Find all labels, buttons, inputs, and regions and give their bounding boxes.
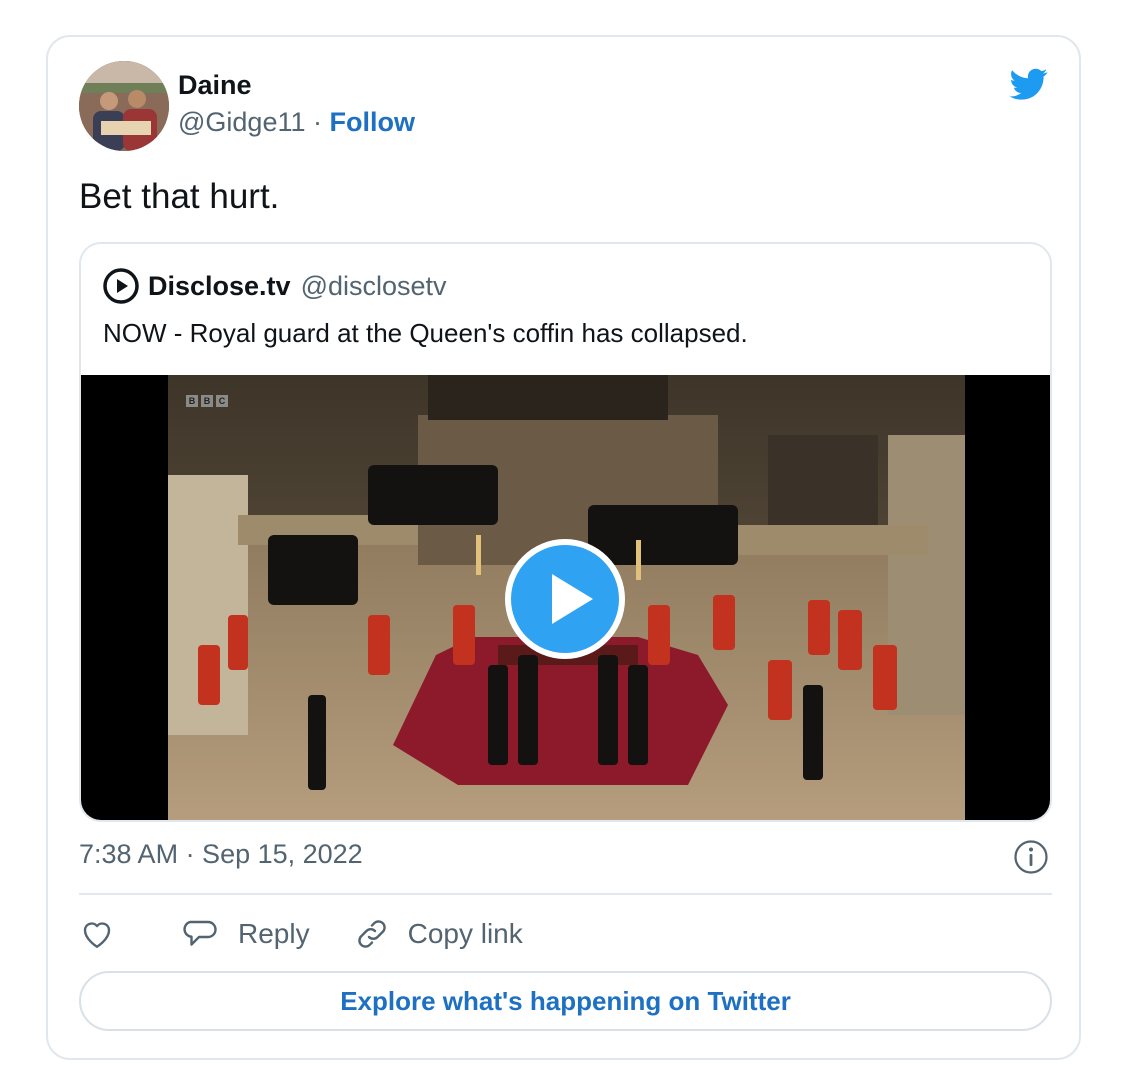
quoted-tweet[interactable]: Disclose.tv @disclosetv NOW - Royal guar… <box>79 242 1052 822</box>
author-meta: @Gidge11 · Follow <box>178 107 415 138</box>
avatar[interactable] <box>79 61 169 151</box>
heart-icon <box>83 922 111 948</box>
author-handle[interactable]: @Gidge11 <box>178 107 306 137</box>
divider <box>79 893 1052 895</box>
tweet-embed-card: Daine @Gidge11 · Follow Bet that hurt. D… <box>46 35 1081 1060</box>
copy-link-button[interactable]: Copy link <box>354 916 523 952</box>
video-player[interactable]: B B C <box>81 375 1050 820</box>
watermark-letter: C <box>216 395 228 407</box>
disclose-logo-icon <box>103 268 139 304</box>
explore-twitter-button[interactable]: Explore what's happening on Twitter <box>79 971 1052 1031</box>
speech-bubble-icon <box>183 920 217 946</box>
like-button[interactable] <box>79 916 115 952</box>
separator: · <box>313 107 323 137</box>
reply-button[interactable]: Reply <box>181 916 310 952</box>
reply-label: Reply <box>238 918 310 949</box>
copy-link-label: Copy link <box>407 918 523 949</box>
quoted-author-handle: @disclosetv <box>300 270 447 301</box>
bbc-watermark: B B C <box>186 395 228 407</box>
quoted-tweet-header: Disclose.tv @disclosetv <box>103 268 447 304</box>
watermark-letter: B <box>186 395 198 407</box>
play-icon[interactable] <box>502 536 628 662</box>
info-icon[interactable] <box>1012 838 1050 876</box>
tweet-timestamp[interactable]: 7:38 AM · Sep 15, 2022 <box>79 839 363 870</box>
twitter-bird-icon[interactable] <box>1006 65 1052 103</box>
author-name[interactable]: Daine <box>178 70 252 101</box>
tweet-text: Bet that hurt. <box>79 177 280 216</box>
quoted-author-name: Disclose.tv <box>148 270 291 301</box>
action-bar: Reply Copy link <box>79 912 523 956</box>
follow-button[interactable]: Follow <box>330 107 415 137</box>
link-icon <box>357 920 386 948</box>
watermark-letter: B <box>201 395 213 407</box>
quoted-tweet-text: NOW - Royal guard at the Queen's coffin … <box>103 318 748 348</box>
